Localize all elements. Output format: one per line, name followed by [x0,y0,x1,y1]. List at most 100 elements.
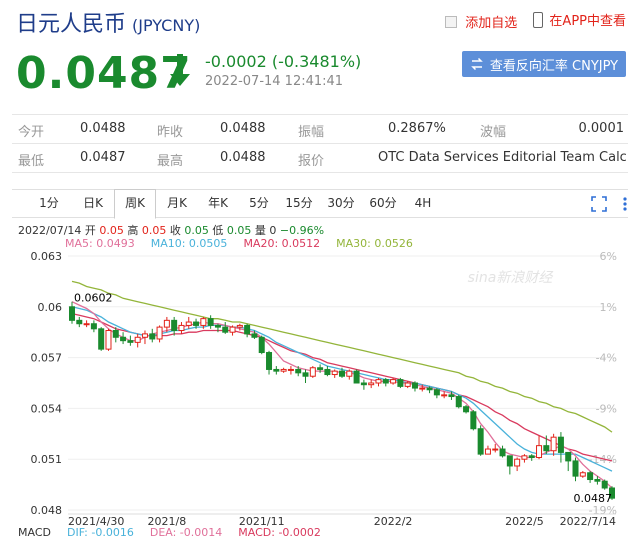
candle-body [448,394,455,398]
macd-value: MACD: -0.0002 [238,526,321,539]
candle-body [200,318,207,326]
pct-tick-label: -9% [596,402,617,415]
candle-body [426,387,433,391]
candle-body [266,352,273,370]
x-tick-label: 2022/2 [374,515,413,528]
candle-body [397,379,404,387]
candle-body [433,389,440,396]
candle-body [557,436,564,453]
candle-body [419,387,426,390]
candle-body [455,396,462,408]
candle-body [528,455,535,459]
macd-dea: DEA: -0.0014 [149,526,223,539]
candle-body [258,336,265,354]
candle-body [193,321,200,326]
candle-body [499,448,506,457]
candle-body [368,382,375,386]
y-tick-label: 0.048 [31,504,63,517]
candle-body [521,455,528,460]
candle-body [441,394,448,397]
candle-body [214,324,221,328]
candle-body [127,340,134,343]
y-tick-label: 0.051 [31,453,63,466]
candle-body [185,321,192,326]
candle-body [463,406,470,413]
candle-body [594,479,601,482]
candle-body [579,472,586,477]
candle-body [280,368,287,372]
min-label: 0.0487 [574,492,613,505]
candle-body [76,319,83,325]
candle-body [98,328,105,350]
candle-body [105,330,112,350]
candle-body [492,448,499,451]
ma-line [71,301,613,489]
ma-line [71,306,613,472]
ma-line [71,280,613,433]
candle-body [353,370,360,384]
y-tick-label: 0.057 [31,352,63,365]
macd-title: MACD [18,526,51,539]
candle-body [149,333,156,340]
candle-body [251,333,258,338]
pct-tick-label: -14% [589,453,617,466]
candle-body [163,319,170,328]
candle-body [244,324,251,335]
candle-body [178,324,185,332]
candle-body [404,382,411,387]
candle-body [375,379,382,384]
candle-body [309,367,316,377]
candle-body [156,326,163,340]
candle-body [550,436,557,452]
candle-body [141,333,148,338]
candle-body [83,323,90,326]
candle-body [295,368,302,374]
candle-body [90,323,97,330]
watermark: sina新浪财经 [468,270,555,286]
pct-tick-label: 6% [600,250,617,263]
candle-body [390,379,397,384]
candle-body [536,445,543,459]
candle-body [601,480,608,489]
candle-body [484,448,491,455]
candle-body [207,318,214,326]
x-tick-label: 2022/5 [505,515,544,528]
candle-body [411,382,418,389]
pct-tick-label: 1% [600,301,617,314]
pct-tick-label: -4% [596,352,617,365]
candle-body [171,319,178,332]
candle-body [339,370,345,377]
candle-body [134,336,141,343]
candle-body [302,372,309,377]
candle-body [565,451,572,462]
candle-body [287,368,294,371]
macd-legend: MACD DIF: -0.0016 DEA: -0.0014 MACD: -0.000… [18,526,337,539]
candle-body [360,382,367,386]
candle-body [236,324,243,328]
candle-body [543,445,550,452]
candle-body [222,326,229,333]
candle-body [587,472,594,481]
x-tick-label: 2022/7/14 [560,515,616,528]
y-tick-label: 0.06 [38,301,63,314]
candle-body [112,330,119,338]
candle-body [331,370,338,376]
candle-body [470,411,477,430]
y-tick-label: 0.063 [31,250,63,263]
candle-body [514,458,521,467]
candle-body [229,326,236,333]
max-label: 0.0602 [74,291,113,304]
macd-dif: DIF: -0.0016 [66,526,134,539]
candle-body [506,455,513,467]
candle-body [317,367,324,370]
candle-body [572,460,579,477]
candle-body [477,428,484,455]
kline-chart[interactable]: 0.063 6% 0.06 1% 0.057 -4% 0.054 -9% 0.051 -14% 0.… [0,0,640,543]
candle-body [69,306,75,321]
y-tick-label: 0.054 [31,402,63,415]
candle-body [324,368,331,376]
candle-body [346,370,353,377]
candle-body [120,336,127,342]
candle-body [273,368,280,372]
candle-body [382,379,389,384]
